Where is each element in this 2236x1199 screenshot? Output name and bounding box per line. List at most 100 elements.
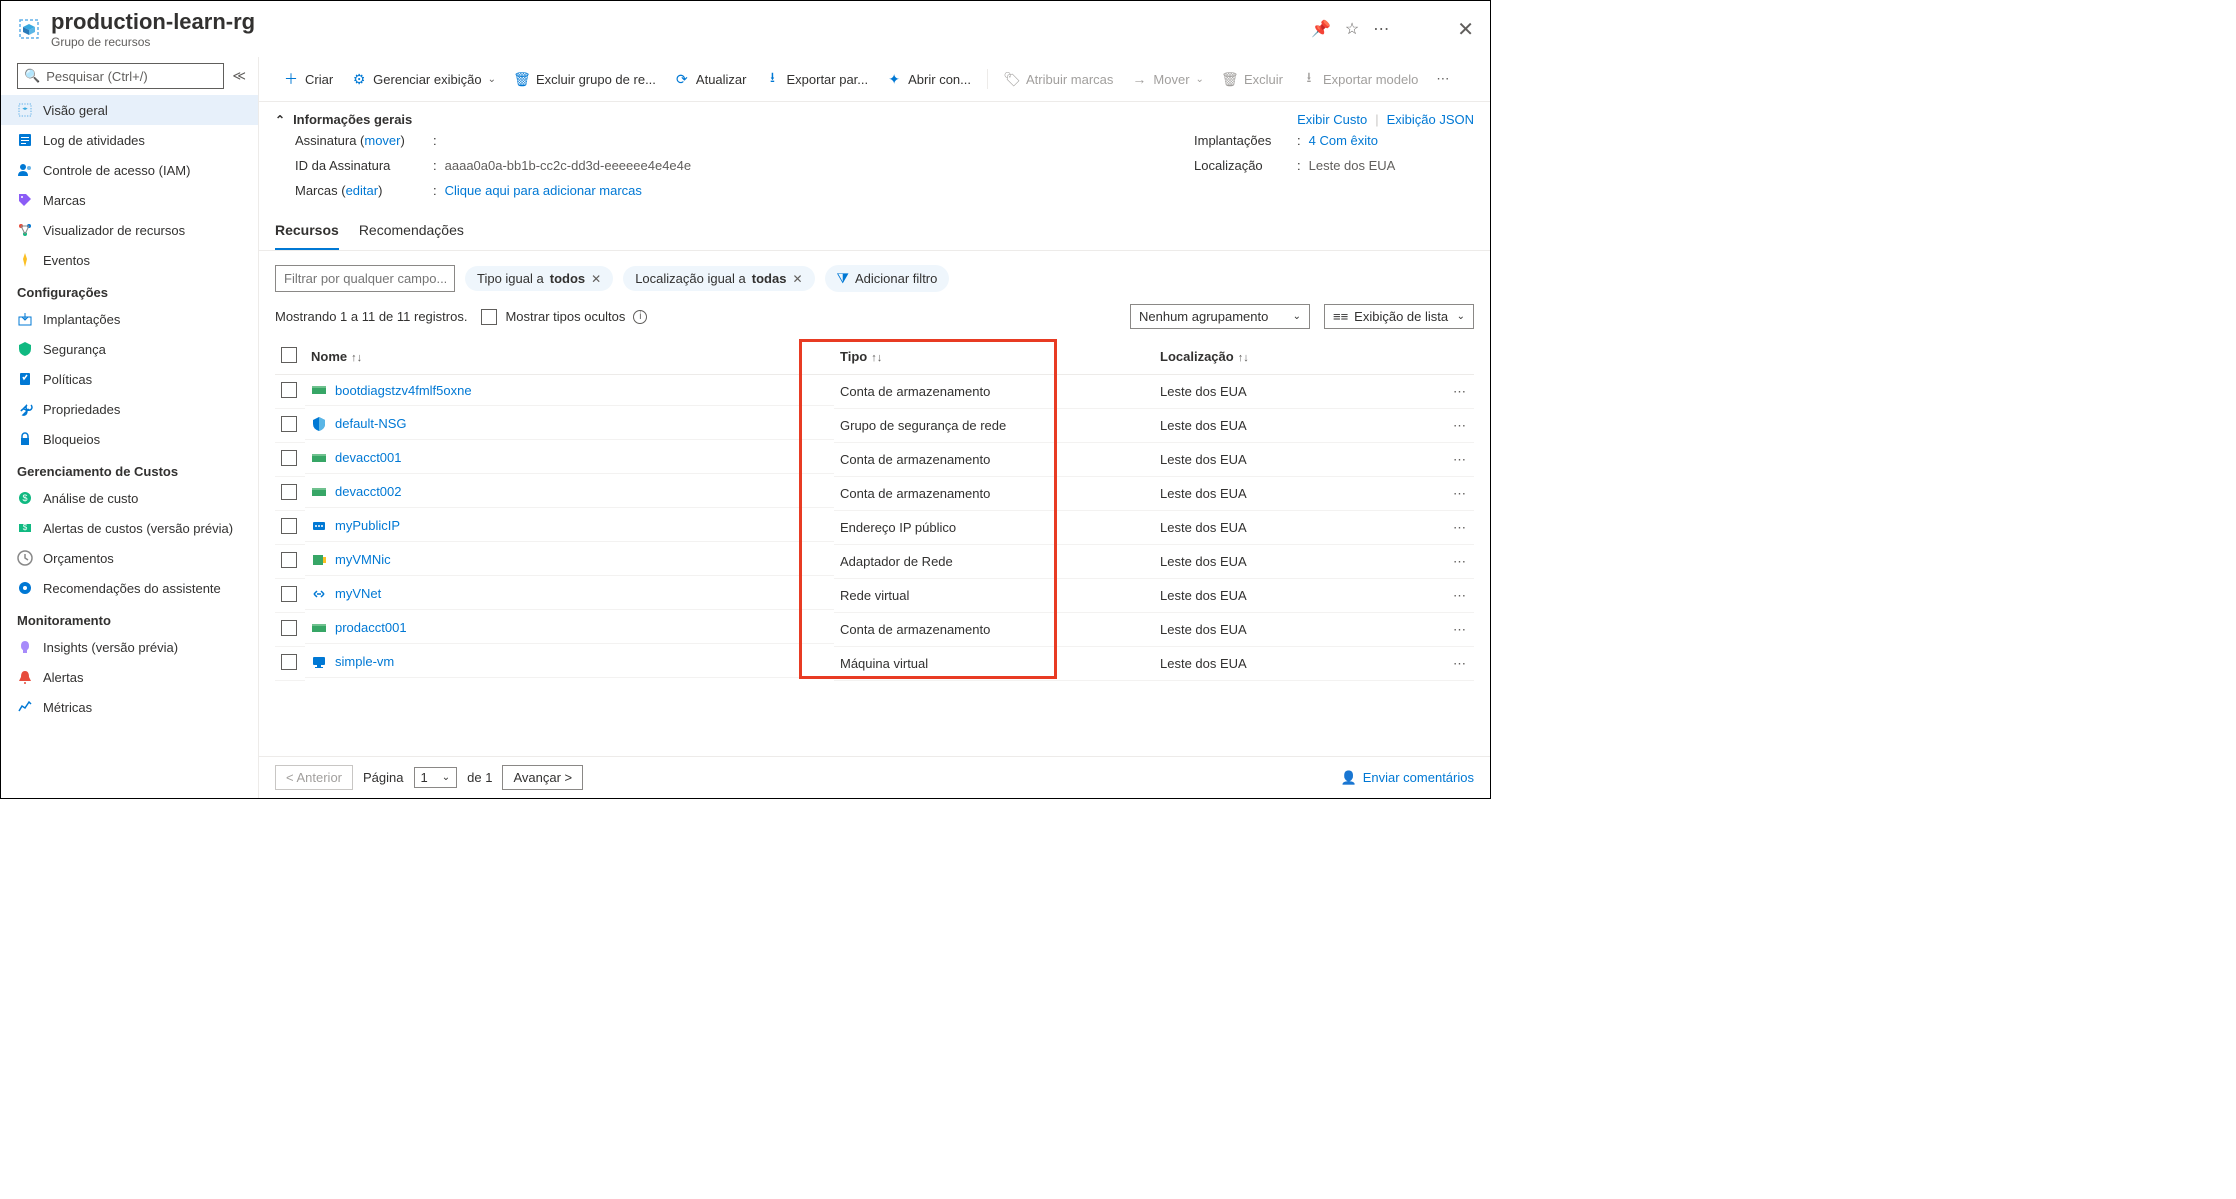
info-icon[interactable]: i xyxy=(633,310,647,324)
table-row[interactable]: myPublicIPEndereço IP públicoLeste dos E… xyxy=(275,511,1474,545)
add-tags-link[interactable]: Clique aqui para adicionar marcas xyxy=(445,183,642,198)
delete-button[interactable]: 🗑Excluir xyxy=(1214,67,1291,92)
row-more-button[interactable]: ⋯ xyxy=(1434,409,1474,443)
sidebar-item-locks[interactable]: Bloqueios xyxy=(1,424,258,454)
pin-icon[interactable]: 📌 xyxy=(1311,19,1331,39)
column-header-name[interactable]: Nome↑↓ xyxy=(305,339,834,375)
edit-tags-link[interactable]: editar xyxy=(346,183,379,198)
row-checkbox[interactable] xyxy=(281,620,297,636)
row-checkbox[interactable] xyxy=(281,416,297,432)
export-csv-button[interactable]: ⭳Exportar par... xyxy=(756,63,876,95)
row-checkbox[interactable] xyxy=(281,654,297,670)
resource-link[interactable]: default-NSG xyxy=(335,416,407,431)
sidebar-item-tags[interactable]: Marcas xyxy=(1,185,258,215)
tab-resources[interactable]: Recursos xyxy=(275,214,339,250)
sidebar-item-budget[interactable]: Orçamentos xyxy=(1,543,258,573)
grouping-dropdown[interactable]: Nenhum agrupamento⌄ xyxy=(1130,304,1310,329)
table-row[interactable]: prodacct001Conta de armazenamentoLeste d… xyxy=(275,613,1474,647)
sidebar-item-costal[interactable]: $Alertas de custos (versão prévia) xyxy=(1,513,258,543)
row-checkbox[interactable] xyxy=(281,450,297,466)
table-row[interactable]: myVMNicAdaptador de RedeLeste dos EUA⋯ xyxy=(275,545,1474,579)
resource-link[interactable]: myPublicIP xyxy=(335,518,400,533)
row-more-button[interactable]: ⋯ xyxy=(1434,511,1474,545)
resource-link[interactable]: myVMNic xyxy=(335,552,391,567)
sidebar-item-overview[interactable]: Visão geral xyxy=(1,95,258,125)
row-more-button[interactable]: ⋯ xyxy=(1434,477,1474,511)
row-checkbox[interactable] xyxy=(281,484,297,500)
manage-view-button[interactable]: ⚙Gerenciar exibição⌄ xyxy=(343,67,504,92)
resource-link[interactable]: prodacct001 xyxy=(335,620,407,635)
tab-recommendations[interactable]: Recomendações xyxy=(359,214,464,250)
toolbar-separator xyxy=(987,69,988,89)
move-subscription-link[interactable]: mover xyxy=(364,133,400,148)
sidebar-item-deploy[interactable]: Implantações xyxy=(1,304,258,334)
remove-filter-icon[interactable]: ✕ xyxy=(792,272,802,286)
open-query-button[interactable]: ✦Abrir con... xyxy=(878,67,979,92)
sidebar-item-security[interactable]: Segurança xyxy=(1,334,258,364)
resource-link[interactable]: devacct001 xyxy=(335,450,402,465)
row-more-button[interactable]: ⋯ xyxy=(1434,443,1474,477)
more-icon[interactable]: ⋯ xyxy=(1373,19,1389,39)
sidebar-item-props[interactable]: Propriedades xyxy=(1,394,258,424)
feedback-link[interactable]: 👤Enviar comentários xyxy=(1341,770,1474,786)
column-header-location[interactable]: Localização↑↓ xyxy=(1154,339,1434,375)
filter-pill-location[interactable]: Localização igual a todas✕ xyxy=(623,266,814,291)
row-more-button[interactable]: ⋯ xyxy=(1434,613,1474,647)
resource-link[interactable]: devacct002 xyxy=(335,484,402,499)
show-cost-link[interactable]: Exibir Custo xyxy=(1297,112,1367,127)
filter-pill-type[interactable]: Tipo igual a todos✕ xyxy=(465,266,613,291)
close-icon[interactable]: ✕ xyxy=(1457,17,1474,42)
export-template-button[interactable]: ⭳Exportar modelo xyxy=(1293,63,1426,95)
table-row[interactable]: bootdiagstzv4fmlf5oxneConta de armazenam… xyxy=(275,375,1474,409)
assign-tags-button[interactable]: 🏷Atribuir marcas xyxy=(996,67,1121,92)
row-more-button[interactable]: ⋯ xyxy=(1434,375,1474,409)
table-row[interactable]: devacct002Conta de armazenamentoLeste do… xyxy=(275,477,1474,511)
table-row[interactable]: default-NSGGrupo de segurança de redeLes… xyxy=(275,409,1474,443)
sidebar-item-insights[interactable]: Insights (versão prévia) xyxy=(1,632,258,662)
sidebar-item-policy[interactable]: Políticas xyxy=(1,364,258,394)
sidebar-item-activity[interactable]: Log de atividades xyxy=(1,125,258,155)
view-dropdown[interactable]: ≡≡Exibição de lista⌄ xyxy=(1324,304,1474,329)
row-more-button[interactable]: ⋯ xyxy=(1434,579,1474,613)
prev-page-button[interactable]: < Anterior xyxy=(275,765,353,790)
sidebar-item-costan[interactable]: $Análise de custo xyxy=(1,483,258,513)
sidebar-item-advisor[interactable]: Recomendações do assistente xyxy=(1,573,258,603)
sidebar-item-metrics[interactable]: Métricas xyxy=(1,692,258,722)
row-checkbox[interactable] xyxy=(281,552,297,568)
row-checkbox[interactable] xyxy=(281,586,297,602)
row-checkbox[interactable] xyxy=(281,518,297,534)
essentials-header[interactable]: ⌃ Informações gerais Exibir Custo | Exib… xyxy=(259,102,1490,133)
collapse-sidebar-icon[interactable]: ≪ xyxy=(230,66,248,86)
table-row[interactable]: simple-vmMáquina virtualLeste dos EUA⋯ xyxy=(275,647,1474,681)
sidebar-item-events[interactable]: Eventos xyxy=(1,245,258,275)
row-more-button[interactable]: ⋯ xyxy=(1434,647,1474,681)
toolbar-overflow-button[interactable]: ⋯ xyxy=(1428,67,1457,91)
subscription-id-value: aaaa0a0a-bb1b-cc2c-dd3d-eeeeee4e4e4e xyxy=(445,158,692,173)
delete-rg-button[interactable]: 🗑Excluir grupo de re... xyxy=(506,67,664,92)
remove-filter-icon[interactable]: ✕ xyxy=(591,272,601,286)
sidebar-item-alerts[interactable]: Alertas xyxy=(1,662,258,692)
add-filter-button[interactable]: ⧩Adicionar filtro xyxy=(825,265,950,292)
show-hidden-checkbox[interactable] xyxy=(481,309,497,325)
next-page-button[interactable]: Avançar > xyxy=(502,765,583,790)
table-row[interactable]: devacct001Conta de armazenamentoLeste do… xyxy=(275,443,1474,477)
page-number-dropdown[interactable]: 1⌄ xyxy=(414,767,458,788)
row-more-button[interactable]: ⋯ xyxy=(1434,545,1474,579)
sidebar-item-resviz[interactable]: Visualizador de recursos xyxy=(1,215,258,245)
select-all-checkbox[interactable] xyxy=(281,347,297,363)
filter-input[interactable] xyxy=(275,265,455,292)
move-button[interactable]: →Mover⌄ xyxy=(1123,67,1212,91)
sidebar-item-iam[interactable]: Controle de acesso (IAM) xyxy=(1,155,258,185)
deployments-link[interactable]: 4 Com êxito xyxy=(1309,133,1378,148)
resource-link[interactable]: myVNet xyxy=(335,586,381,601)
table-row[interactable]: myVNetRede virtualLeste dos EUA⋯ xyxy=(275,579,1474,613)
favorite-icon[interactable]: ☆ xyxy=(1345,19,1359,39)
column-header-type[interactable]: Tipo↑↓ xyxy=(834,339,1154,375)
refresh-button[interactable]: ⟳Atualizar xyxy=(666,67,755,92)
json-view-link[interactable]: Exibição JSON xyxy=(1387,112,1474,127)
sidebar-search-input[interactable]: 🔍 Pesquisar (Ctrl+/) xyxy=(17,63,224,89)
resource-link[interactable]: simple-vm xyxy=(335,654,394,669)
create-button[interactable]: ＋Criar xyxy=(275,65,341,93)
row-checkbox[interactable] xyxy=(281,382,297,398)
resource-link[interactable]: bootdiagstzv4fmlf5oxne xyxy=(335,383,472,398)
